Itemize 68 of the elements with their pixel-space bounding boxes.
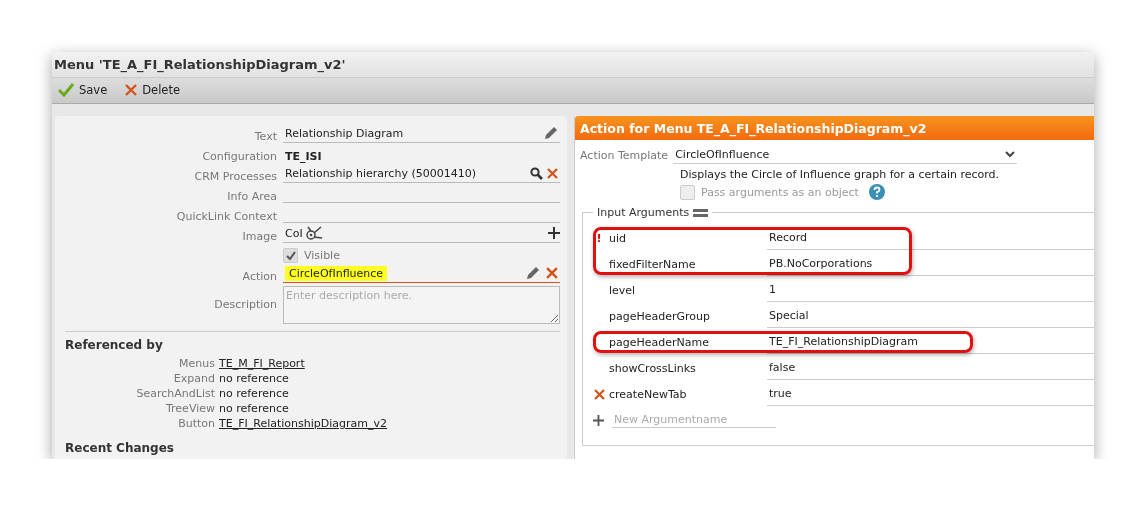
argument-name: level xyxy=(608,283,637,297)
argument-value-field[interactable]: Record xyxy=(767,226,1094,250)
argument-value-field[interactable]: Special xyxy=(767,304,1094,328)
field-label: Description xyxy=(214,297,277,311)
close-icon[interactable] xyxy=(593,388,605,400)
field-label: QuickLink Context xyxy=(176,210,277,223)
action-field[interactable]: CircleOfInfluence xyxy=(283,264,560,283)
argument-value-field[interactable]: PB.NoCorporations xyxy=(767,252,1094,276)
checkbox-label: Visible xyxy=(304,249,340,262)
reference-label: Menus xyxy=(179,357,215,370)
reference-value: no reference xyxy=(219,402,289,415)
section-heading: Referenced by xyxy=(65,338,164,352)
field-label: Action Template xyxy=(580,148,669,162)
template-dropdown[interactable]: CircleOfInfluence xyxy=(673,146,1018,164)
argument-name: fixedFilterName xyxy=(608,257,697,271)
panel-header: Action for Menu TE_A_FI_RelationshipDiagram_v2 xyxy=(575,116,1094,140)
close-icon[interactable] xyxy=(547,167,558,179)
chevron-down-icon xyxy=(1005,151,1016,158)
reference-label: TreeView xyxy=(165,402,215,415)
close-icon xyxy=(125,84,138,97)
plus-icon[interactable] xyxy=(548,227,560,239)
checkmark-icon xyxy=(58,83,74,98)
pencil-icon[interactable] xyxy=(524,264,542,282)
field-label: Text xyxy=(254,130,277,143)
argument-name: pageHeaderName xyxy=(608,335,710,349)
checkbox-label: Pass arguments as an object xyxy=(701,185,859,199)
checkbox[interactable] xyxy=(283,248,298,263)
reference-value: no reference xyxy=(219,372,289,385)
menu-icon[interactable] xyxy=(693,208,709,217)
reference-link[interactable]: TE_M_FI_Report xyxy=(219,357,305,370)
reference-value: no reference xyxy=(219,387,289,400)
delete-button[interactable]: Delete xyxy=(121,81,185,100)
argument-name: uid xyxy=(608,231,627,245)
field-label: Image xyxy=(242,230,277,243)
argument-name: pageHeaderGroup xyxy=(608,309,711,323)
required-mark: ! xyxy=(596,231,602,245)
reference-link[interactable]: TE_FI_RelationshipDiagram_v2 xyxy=(219,417,387,430)
text-field[interactable]: Relationship Diagram xyxy=(283,124,560,143)
pencil-icon[interactable] xyxy=(542,124,560,142)
fieldset-legend: Input Arguments xyxy=(597,206,690,219)
checkbox[interactable] xyxy=(680,184,695,200)
new-argument-field[interactable]: New Argumentname xyxy=(612,412,776,428)
field-label: Info Area xyxy=(227,190,277,203)
template-description: Displays the Circle of Influence graph for a certain record. xyxy=(680,168,1001,181)
search-icon[interactable] xyxy=(530,166,543,180)
argument-name: createNewTab xyxy=(608,387,688,401)
argument-value-field[interactable]: true xyxy=(767,382,1094,406)
argument-name: showCrossLinks xyxy=(608,361,697,375)
argument-value-field[interactable]: TE_FI_RelationshipDiagram xyxy=(767,330,1094,354)
reference-label: SearchAndList xyxy=(136,387,215,400)
field-value: TE_ISI xyxy=(284,150,323,163)
field-label: Configuration xyxy=(202,150,277,163)
image-field[interactable]: CoI xyxy=(283,224,560,243)
argument-value-field[interactable]: 1 xyxy=(767,278,1094,302)
close-icon[interactable] xyxy=(546,267,558,279)
field-label: CRM Processes xyxy=(194,170,277,183)
window-title: Menu 'TE_A_FI_RelationshipDiagram_v2' xyxy=(54,56,346,72)
network-icon xyxy=(304,225,323,241)
reference-label: Button xyxy=(178,417,215,430)
field-label: Action xyxy=(242,270,277,283)
argument-value-field[interactable]: false xyxy=(767,356,1094,380)
save-button[interactable]: Save xyxy=(54,81,112,100)
plus-icon[interactable] xyxy=(593,414,604,426)
section-heading: Recent Changes xyxy=(65,441,175,455)
reference-label: Expand xyxy=(173,372,215,385)
help-icon[interactable] xyxy=(868,184,885,200)
description-field[interactable]: Enter description here. xyxy=(283,286,560,324)
lookup-field[interactable]: Relationship hierarchy (50001410) xyxy=(283,164,560,183)
